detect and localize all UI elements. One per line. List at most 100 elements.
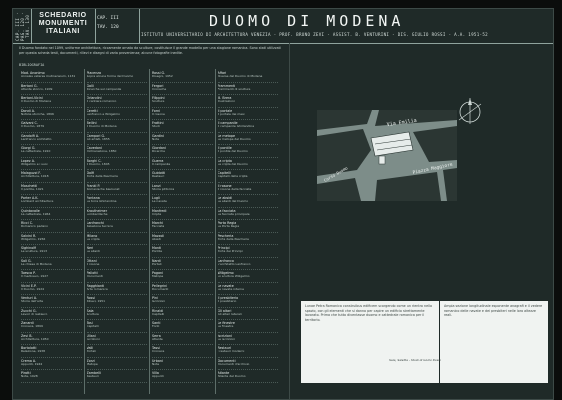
bibliography-entry: Malaguzzi F. Architettura, 1918 [21,170,82,183]
entry-title: Illustrazioni [217,99,235,103]
bibliography-entry: Uliani Iscrizioni [86,333,147,345]
schedario-block: SCHEDARIO MONUMENTI ITALIANI [35,12,91,36]
entry-title: Lanfranco e Wiligelmo [86,111,120,116]
entry-title: Porta della Pescheria [86,174,118,178]
schedario-line: ITALIANI [46,28,80,35]
bibliography-entry: Pini Iscrizioni [152,295,213,308]
entry-title: Architettura, 1950 [21,336,49,341]
entry-title: Cripta [152,211,162,216]
entry-title: Annales veteres mutinensium, 1131 [21,74,76,78]
bibliography-entry: Lanfranco L'architetto Lanfranco [217,258,278,270]
bibliography-entry: Giorgi G. La cattedrale, 1910 [21,145,82,158]
entry-title: La cattedrale, 1964 [21,211,51,216]
entry-title: La facciata principale [217,211,250,216]
bibliography-entry: Wiligelmo Lo scultore Wiligelmo [217,270,278,283]
entry-title: Le metope del Duomo [217,136,251,141]
entry-title: Appunti [152,374,164,378]
entry-title: Il cantiere romanico [86,99,117,103]
entry-title: Restauri [86,374,99,378]
entry-title: Rilievi, 1951 [86,299,106,303]
entry-title: Facciata [152,224,165,228]
bibliography-entry: Manfredi Cripta [152,208,213,220]
bibliography-entry: Nardi Portali [152,258,213,270]
bibliography-entry: Ill. Brera Illustrazioni [217,95,278,108]
bibliography-entry: Urbani Note [152,358,213,370]
bibliography-entry: Cavedoni Dichiarazione, 1850 [86,145,147,158]
bibliography-entry: Krautheimer Lombardische [86,208,147,220]
entry-title: Capitelli [86,324,99,328]
catalog-line: TAV. 120 [97,25,119,30]
entry-title: Le chiese di Modena [21,261,52,266]
bibliography-entry: Toesca P. Il medioevo, 1927 [21,270,82,283]
bibliography-entry: Lanzi Storia pittorica [152,183,213,195]
entry-title: Cronaca, 1899 [21,324,43,328]
entry-title: Le finestre [217,324,234,328]
bibliography-entry: Guerra Il campanile [152,158,213,170]
entry-title: La torre Ghirlandina [86,199,117,203]
bibliography-entry: Venturi A. Storia dell'arte [21,295,82,308]
bibliography-entry: Frankl P. Romanische baukunst [86,183,147,195]
entry-title: Il Duomo, 1924 [21,286,45,291]
bibliography-entry: La facciata La facciata principale [217,208,278,220]
bibliography-entry: Zanardi Cronaca, 1899 [21,320,82,333]
bibliography-entry: Borghi C. Il Duomo, 1845 [86,158,147,170]
bibliography-entry: Milano La cripta [86,233,147,245]
bibliography-entry: Sighinolfi Le sculture, 1913 [21,245,82,258]
catalog-code: CAP. III TAV. 120 [97,14,137,32]
bibliography-entry: Ragghianti Arte romanica [86,283,147,295]
bibliography-entry: Bertoni G. Atlante storico, 1909 [21,83,82,95]
bibliography-entry: Ricci C. Romanico padano [21,220,82,233]
bibliography-entry: Sala Sculture [86,308,147,320]
entry-title: Relazione, 1938 [21,349,45,353]
entry-title: Le absidi del Duomo [217,199,249,203]
bibliography-entry: Il presbiterio Il presbiterio [217,295,278,308]
bibliography-entry: Le absidi Le absidi del Duomo [217,195,278,208]
column-divider [289,43,290,399]
bibliography-entry: Soli G. Le chiese di Modena [21,258,82,270]
entry-title: Lombardische [86,211,108,216]
bibliography-column: Rossi G. Disegni, 1952 Fergori Cronache Fili… [149,69,214,394]
entry-title: Il portale dei mesi [217,111,245,116]
entry-title: Le absidi [86,249,100,253]
header-divider [95,9,96,43]
entry-title: Il pontile del Duomo [217,149,248,153]
entry-title: Porta dei Principi [217,249,243,253]
bibliography-entry: Le finestre Le finestre [217,320,278,333]
bibliography-entry: Affari diverse del Duomo di Modena [217,70,278,83]
site-plan-map: Via Emilia Corso Duomo Piazza Maggiore [317,110,457,201]
bibliography-entry: Principi Porta dei Principi [217,245,278,258]
bibliography-entry: Restauri I restauri moderni [217,345,278,358]
entry-title: Documenti [86,274,103,278]
bibliography-entry: Porter A.K. Lombard architecture [21,195,82,208]
bibliography-entry: Ottani Il rosone [86,258,147,270]
entry-title: Cronache [152,86,167,91]
entry-title: Le iscrizioni [217,336,236,341]
bibliography-entry: Rinaldi Capitelli [152,308,213,320]
entry-title: Le navate [152,199,167,203]
bibliography-entry: Ceretti Lanfranco e Wiligelmo [86,108,147,120]
bibliography-entry: Il campanile Il campanile Ghirlandina [217,120,278,133]
entry-title: Relazione tecnica [86,224,113,228]
bibliography-columns: Mod. Anonimo Annales veteres mutinensium,… [19,69,279,394]
page-title: DUOMO DI MODENA [209,12,405,30]
bibliography-entry: Dolfi Porta della Pescheria [86,170,147,183]
bibliography-entry: Villa Appunti [152,370,213,383]
bibliography-entry: Vicini E.P. Il Duomo, 1924 [21,283,82,295]
entry-title: Il rosone [152,111,165,116]
entry-title: Dichiarazione, 1850 [86,149,117,153]
entry-title: Il campanile Ghirlandina [217,124,255,128]
bibliography-entry: Le metope Le metope del Duomo [217,133,278,145]
bibliography-entry: Atlante Atlante del Duomo [217,370,278,383]
bibliography-entry: Gardini Note [152,133,213,145]
bibliography-entry: Dondi A. Notizie storiche, 1896 [21,108,82,120]
entry-title: Lavori di restauro [21,311,48,316]
schedario-line: SCHEDARIO [39,12,87,19]
bibliography-entry: Salvini R. Wiligelmo, 1956 [21,233,82,245]
bibliography-entry: Quintavalle La cattedrale, 1964 [21,208,82,220]
entry-title: Sculture [152,99,165,103]
entry-title: Porta della Pescheria [217,236,249,241]
entry-title: Absidi [152,236,162,241]
bibliography-entry: Il portale Il portale dei mesi [217,108,278,120]
bibliography-entry: Orlandini Il cantiere romanico [86,95,147,108]
entry-title: Il pontile, 1921 [21,186,44,191]
